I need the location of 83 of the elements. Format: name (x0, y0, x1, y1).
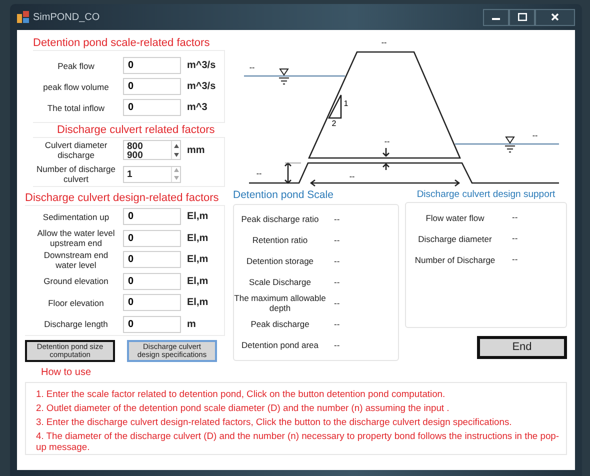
result-label: Scale Discharge (248, 277, 312, 288)
diagram-label: -- (384, 137, 390, 146)
instruction-text: 4. The diameter of the discharge culvert (D) and the number (n) necessary to property bond follows the instructions in the pop-up message. (36, 430, 560, 452)
diagram-label: -- (349, 172, 355, 181)
window-title: SimPOND_CO (33, 10, 100, 24)
result-value: -- (334, 254, 340, 268)
minimize-button[interactable] (483, 8, 509, 26)
result-label: Peak discharge (250, 319, 310, 330)
input-field[interactable]: 0 (123, 208, 181, 226)
unit-label: El,m (187, 253, 208, 268)
field-label: Sedimentation up (42, 212, 110, 222)
result-value: -- (512, 232, 518, 246)
result-value: -- (334, 212, 340, 226)
field-label: Number of discharge culvert (36, 164, 116, 184)
water-level-icon (278, 68, 290, 84)
result-value: -- (512, 211, 518, 224)
result-value: -- (334, 338, 340, 352)
unit-label: El,m (187, 274, 208, 289)
field-label: Ground elevation (42, 276, 110, 286)
app-icon (17, 11, 29, 23)
input-field[interactable]: 0 (123, 57, 181, 74)
diagram-label: -- (256, 169, 262, 178)
input-field[interactable]: 0 (123, 251, 181, 268)
field-label: Allow the water level upstream end (36, 228, 116, 248)
unit-label: El,m (187, 296, 208, 310)
end-button[interactable]: End (477, 336, 567, 359)
section-title: Discharge culvert design-related factors (25, 191, 220, 205)
input-field[interactable]: 0 (123, 99, 181, 116)
up-arrow-icon[interactable] (174, 144, 178, 148)
field-label: Downstream end water level (42, 250, 110, 270)
result-label: Number of Discharge (414, 254, 496, 265)
result-label: Detention pond area (240, 340, 320, 350)
diagram-label: -- (249, 63, 255, 72)
result-label: Discharge diameter (417, 234, 493, 244)
section-title: How to use (40, 366, 92, 380)
field-label: Culvert diameter discharge (44, 140, 108, 160)
unit-label: El,m (187, 232, 208, 246)
result-value: -- (334, 234, 340, 247)
list-value: 900 (127, 151, 144, 160)
field-label: Floor elevation (47, 298, 105, 308)
section-title: Detention pond scale-related factors (33, 36, 211, 50)
water-level-icon (504, 136, 516, 152)
instruction-text: 1. Enter the scale factor related to detention pond, Click on the button detention pond computation. (36, 388, 446, 399)
input-field[interactable]: 0 (123, 272, 181, 290)
diagram-label: 2 (332, 119, 336, 128)
result-label: Detention storage (245, 256, 315, 266)
diagram-label: -- (532, 131, 538, 140)
panel-title: Discharge culvert design support (416, 188, 556, 202)
maximize-button[interactable] (509, 8, 535, 26)
unit-label: m (187, 318, 196, 332)
field-label: Peak flow (56, 60, 96, 70)
diagram-label: -- (381, 38, 387, 47)
input-field[interactable]: 0 (123, 78, 181, 95)
result-label: Flow water flow (424, 212, 486, 223)
input-field[interactable]: 0 (123, 294, 181, 312)
result-value: -- (512, 253, 518, 266)
input-field[interactable]: 0 (123, 230, 181, 247)
down-arrow-icon[interactable] (174, 152, 178, 156)
unit-label: El,m (187, 210, 208, 224)
panel-title: Detention pond Scale (233, 188, 334, 203)
close-button[interactable] (535, 8, 575, 26)
instruction-text: 3. Enter the discharge culvert design-related factors, Click the button to the discharge culvert design specifications. (36, 416, 513, 427)
maximize-icon (518, 13, 526, 21)
section-title: Discharge culvert related factors (56, 123, 216, 137)
unit-label: mm (187, 144, 205, 158)
unit-label: m^3/s (187, 80, 216, 94)
close-icon (551, 13, 559, 21)
result-label: The maximum allowable depth (234, 293, 326, 314)
field-label: Discharge length (43, 319, 109, 330)
field-label: The total inflow (46, 102, 106, 112)
diagram-label: 1 (344, 99, 348, 108)
instruction-text: 2. Outlet diameter of the detention pond scale diameter (D) and the number (n) assuming the input . (36, 402, 450, 413)
result-value: -- (334, 296, 340, 310)
result-label: Peak discharge ratio (240, 214, 320, 224)
unit-label: m^3 (187, 101, 208, 115)
unit-label: m^3/s (187, 59, 216, 73)
result-label: Retention ratio (251, 235, 309, 246)
list-value: 800 (127, 142, 144, 151)
input-field[interactable]: 0 (123, 316, 181, 333)
field-label: peak flow volume (42, 82, 110, 92)
result-value: -- (334, 276, 340, 289)
result-value: -- (334, 318, 340, 331)
spin-field[interactable]: 800 900 (123, 140, 181, 160)
